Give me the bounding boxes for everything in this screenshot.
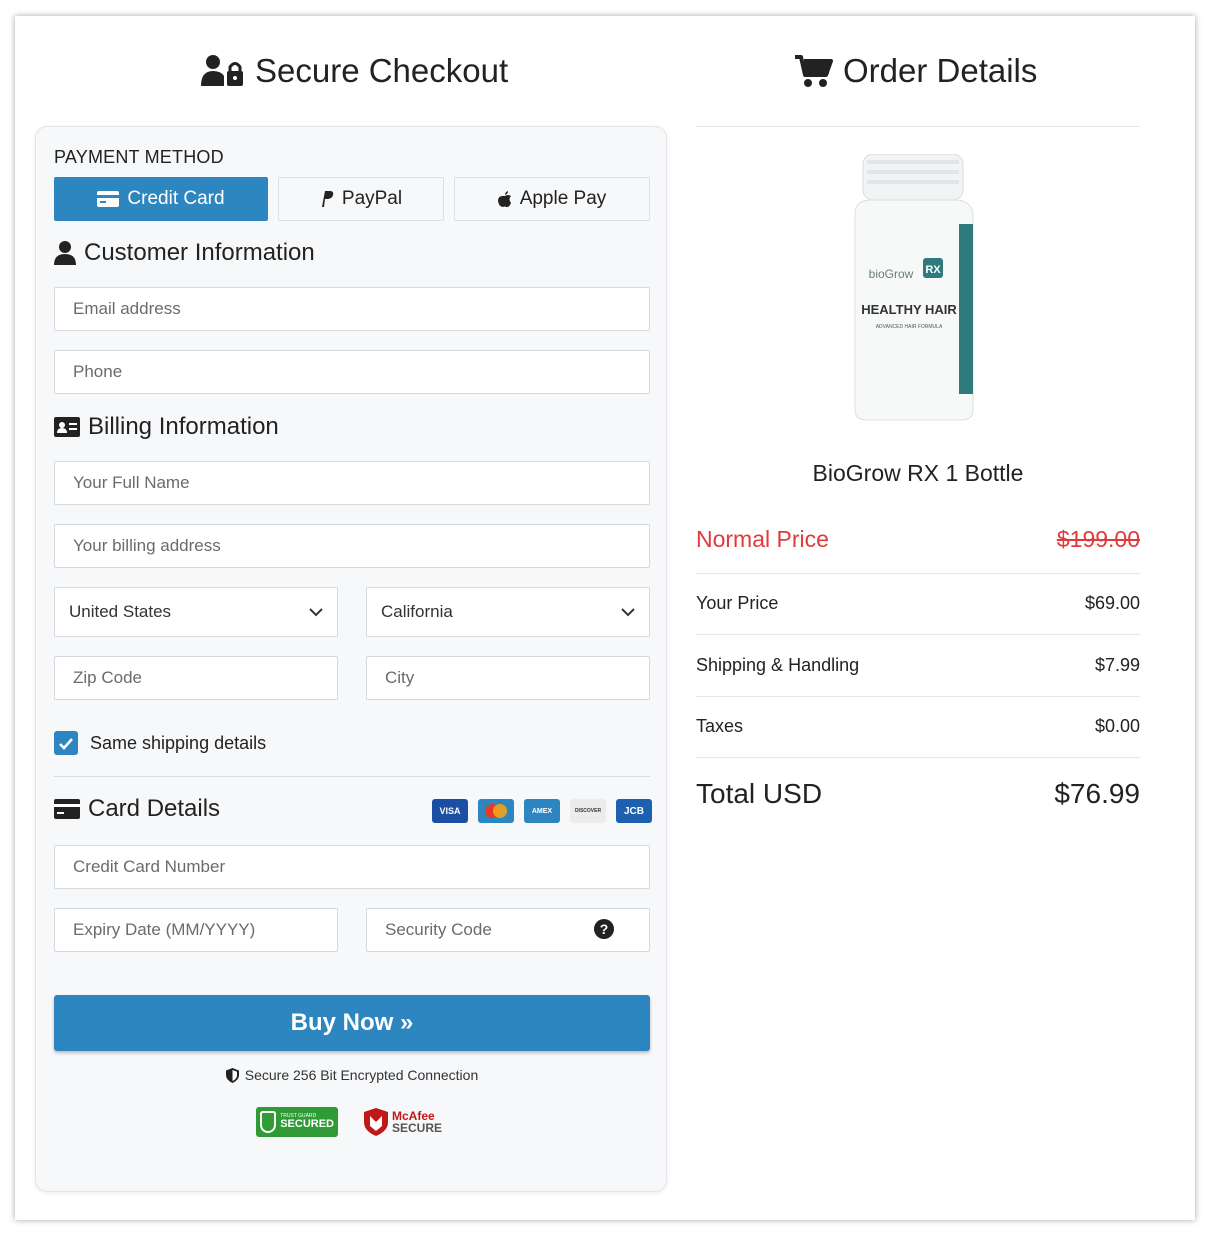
card-number-field[interactable] [54, 845, 650, 889]
divider [696, 126, 1140, 127]
card-details-title: Card Details [88, 795, 221, 822]
product-image: RX bioGrow HEALTHY HAIR ADVANCED HAIR FO… [854, 154, 974, 421]
checkout-form-card: PAYMENT METHOD Credit Card PayPal Apple … [35, 126, 667, 1192]
svg-text:bioGrow: bioGrow [869, 267, 914, 281]
card-details-heading: Card Details [54, 795, 220, 823]
id-card-icon [54, 417, 80, 437]
credit-card-icon [54, 799, 80, 819]
shield-icon [260, 1111, 277, 1133]
taxes-label: Taxes [696, 716, 744, 736]
check-icon [59, 737, 73, 750]
amex-icon: AMEX [524, 799, 560, 823]
same-shipping-label: Same shipping details [90, 732, 267, 753]
user-icon [54, 241, 76, 265]
email-field[interactable] [54, 287, 650, 331]
same-shipping-checkbox[interactable] [54, 731, 78, 755]
tab-apple-pay-label: Apple Pay [519, 188, 607, 209]
paypal-icon [321, 191, 334, 207]
phone-field[interactable] [54, 350, 650, 394]
same-shipping-row: Same shipping details [54, 731, 266, 755]
mcafee-secure-badge: McAfee SECURE [364, 1108, 442, 1136]
buy-now-button[interactable]: Buy Now » [54, 995, 650, 1051]
order-heading: Order Details [795, 52, 1037, 90]
secure-connection: Secure 256 Bit Encrypted Connection [36, 1067, 668, 1083]
chevron-down-icon [309, 607, 323, 616]
tab-paypal-label: PayPal [341, 188, 403, 209]
zip-code-field[interactable] [54, 656, 338, 700]
customer-info-title: Customer Information [84, 239, 315, 266]
shipping-row: Shipping & Handling $7.99 [696, 655, 1140, 676]
payment-method-label: PAYMENT METHOD [54, 147, 224, 167]
normal-price-row: Normal Price $199.00 [696, 526, 1140, 553]
customer-info-heading: Customer Information [54, 239, 315, 267]
normal-price-value: $199.00 [1056, 526, 1140, 552]
divider [696, 696, 1140, 697]
trust-secured-badge: TRUST GUARD SECURED [256, 1107, 338, 1137]
divider [696, 573, 1140, 574]
your-price-label: Your Price [696, 593, 779, 613]
user-lock-icon [201, 55, 243, 86]
your-price-row: Your Price $69.00 [696, 593, 1140, 614]
shopping-cart-icon [795, 55, 833, 87]
tab-paypal[interactable]: PayPal [278, 177, 444, 221]
full-name-field[interactable] [54, 461, 650, 505]
secure-connection-text: Secure 256 Bit Encrypted Connection [244, 1067, 479, 1083]
svg-text:RX: RX [925, 264, 941, 276]
divider [54, 776, 650, 777]
jcb-icon: JCB [616, 799, 652, 823]
buy-now-label: Buy Now » [290, 1009, 414, 1036]
billing-address-field[interactable] [54, 524, 650, 568]
discover-icon: DISCOVER [570, 799, 606, 823]
state-select-value: California [381, 602, 453, 621]
taxes-row: Taxes $0.00 [696, 716, 1140, 737]
tab-credit-card[interactable]: Credit Card [54, 177, 268, 221]
divider [696, 757, 1140, 758]
normal-price-label: Normal Price [696, 526, 829, 552]
total-row: Total USD $76.99 [696, 778, 1140, 810]
expiry-date-field[interactable] [54, 908, 338, 952]
taxes-value: $0.00 [1094, 716, 1140, 736]
question-circle-icon[interactable]: ? [594, 919, 614, 939]
total-value: $76.99 [1054, 778, 1140, 809]
svg-text:ADVANCED HAIR FORMULA: ADVANCED HAIR FORMULA [876, 324, 943, 330]
product-name: BioGrow RX 1 Bottle [812, 460, 1024, 486]
your-price-value: $69.00 [1084, 593, 1140, 613]
checkout-page: Secure Checkout Order Details PAYMENT ME… [15, 16, 1195, 1220]
trust-badges: TRUST GUARD SECURED McAfee SECURE [256, 1107, 442, 1137]
order-title: Order Details [843, 52, 1038, 89]
country-select[interactable]: United States [54, 587, 338, 637]
tab-credit-card-label: Credit Card [127, 188, 225, 209]
visa-icon: VISA [432, 799, 468, 823]
apple-icon [497, 190, 511, 207]
checkout-title: Secure Checkout [255, 52, 509, 89]
mastercard-icon [478, 799, 514, 823]
city-field[interactable] [366, 656, 650, 700]
total-label: Total USD [696, 778, 823, 809]
state-select[interactable]: California [366, 587, 650, 637]
billing-info-heading: Billing Information [54, 413, 279, 441]
accepted-cards: VISA AMEX DISCOVER JCB [432, 799, 652, 823]
tab-apple-pay[interactable]: Apple Pay [454, 177, 650, 221]
divider [696, 634, 1140, 635]
svg-text:HEALTHY HAIR: HEALTHY HAIR [861, 302, 957, 317]
credit-card-icon [97, 191, 120, 207]
shield-icon [225, 1067, 239, 1083]
shipping-value: $7.99 [1094, 655, 1140, 675]
billing-info-title: Billing Information [88, 413, 279, 440]
country-select-value: United States [69, 602, 172, 621]
shipping-label: Shipping & Handling [696, 655, 860, 675]
chevron-down-icon [621, 607, 635, 616]
mcafee-shield-icon [364, 1108, 388, 1136]
checkout-heading: Secure Checkout [201, 52, 508, 90]
